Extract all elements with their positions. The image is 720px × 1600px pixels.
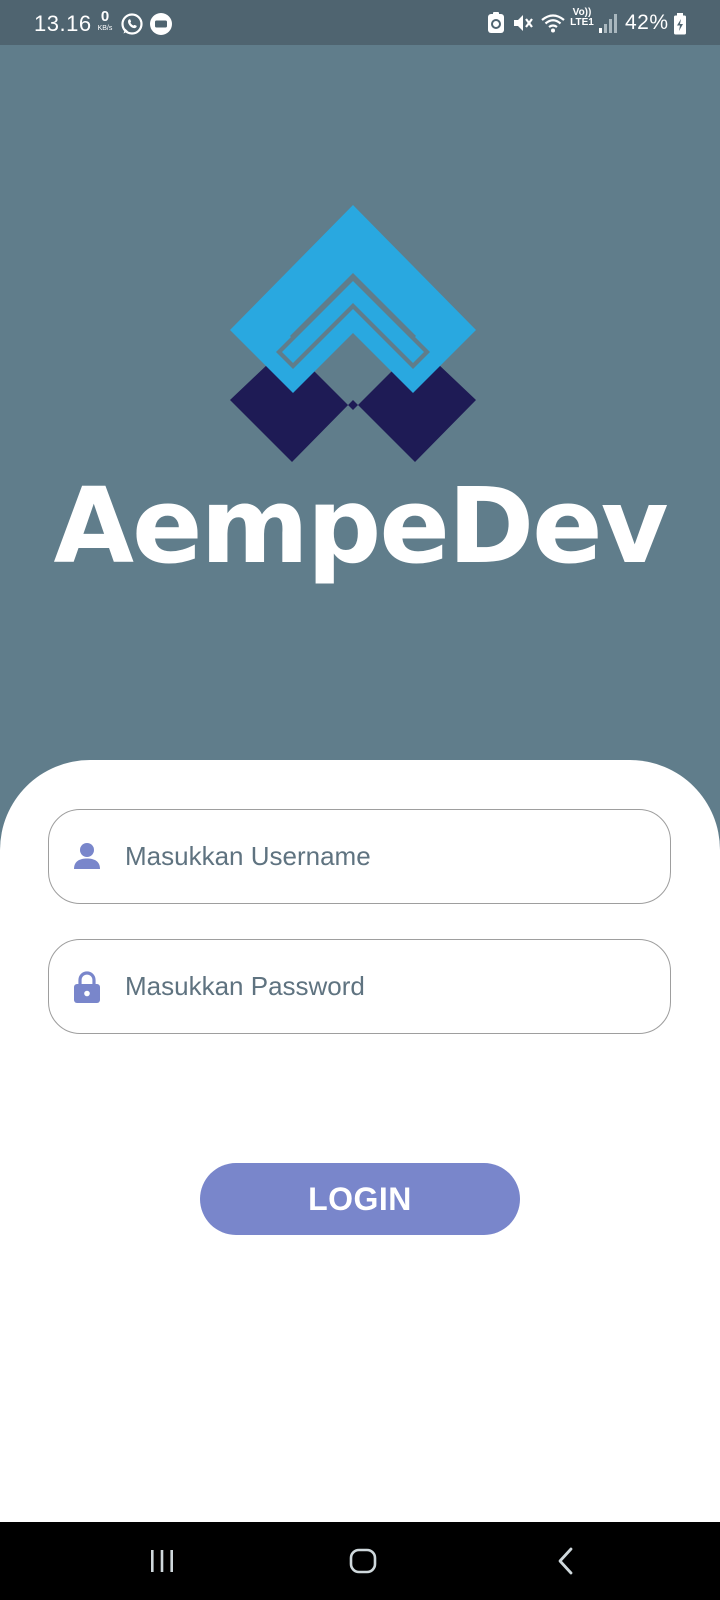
recent-apps-button[interactable] xyxy=(132,1536,192,1586)
back-button[interactable] xyxy=(536,1536,596,1586)
username-input[interactable] xyxy=(125,810,645,902)
navigation-bar xyxy=(0,1522,720,1600)
network-speed-value: 0 xyxy=(100,8,110,25)
battery-percent: 42% xyxy=(625,11,669,34)
password-field[interactable] xyxy=(48,939,671,1034)
brand-wordmark-text: AempeDev xyxy=(53,470,667,587)
mute-icon xyxy=(514,15,533,31)
brand-wordmark: AempeDev xyxy=(53,470,669,587)
screen-recorder-icon xyxy=(150,13,172,35)
home-icon xyxy=(349,1548,377,1574)
recent-apps-icon xyxy=(151,1550,173,1572)
wifi-icon xyxy=(541,14,565,33)
username-field[interactable] xyxy=(48,809,671,904)
login-card: LOGIN xyxy=(0,760,720,1522)
signal-icon xyxy=(599,14,617,33)
password-input[interactable] xyxy=(125,940,645,1032)
battery-charging-icon xyxy=(674,13,686,35)
home-button[interactable] xyxy=(333,1536,393,1586)
network-speed: 0 KB/s xyxy=(92,9,118,32)
whatsapp-icon xyxy=(121,13,143,35)
lock-icon xyxy=(74,971,100,1003)
aempedev-logo-mark xyxy=(230,205,476,462)
network-label-bottom: LTE1 xyxy=(570,17,594,28)
login-button[interactable]: LOGIN xyxy=(200,1163,520,1235)
status-bar: 13.16 0 KB/s Vo)) LTE1 42% xyxy=(0,0,720,45)
status-time: 13.16 xyxy=(34,11,92,36)
nfc-icon xyxy=(488,12,504,33)
network-label: Vo)) LTE1 xyxy=(568,8,596,28)
network-speed-unit: KB/s xyxy=(97,25,113,32)
back-icon xyxy=(558,1547,573,1575)
person-icon xyxy=(74,843,100,869)
